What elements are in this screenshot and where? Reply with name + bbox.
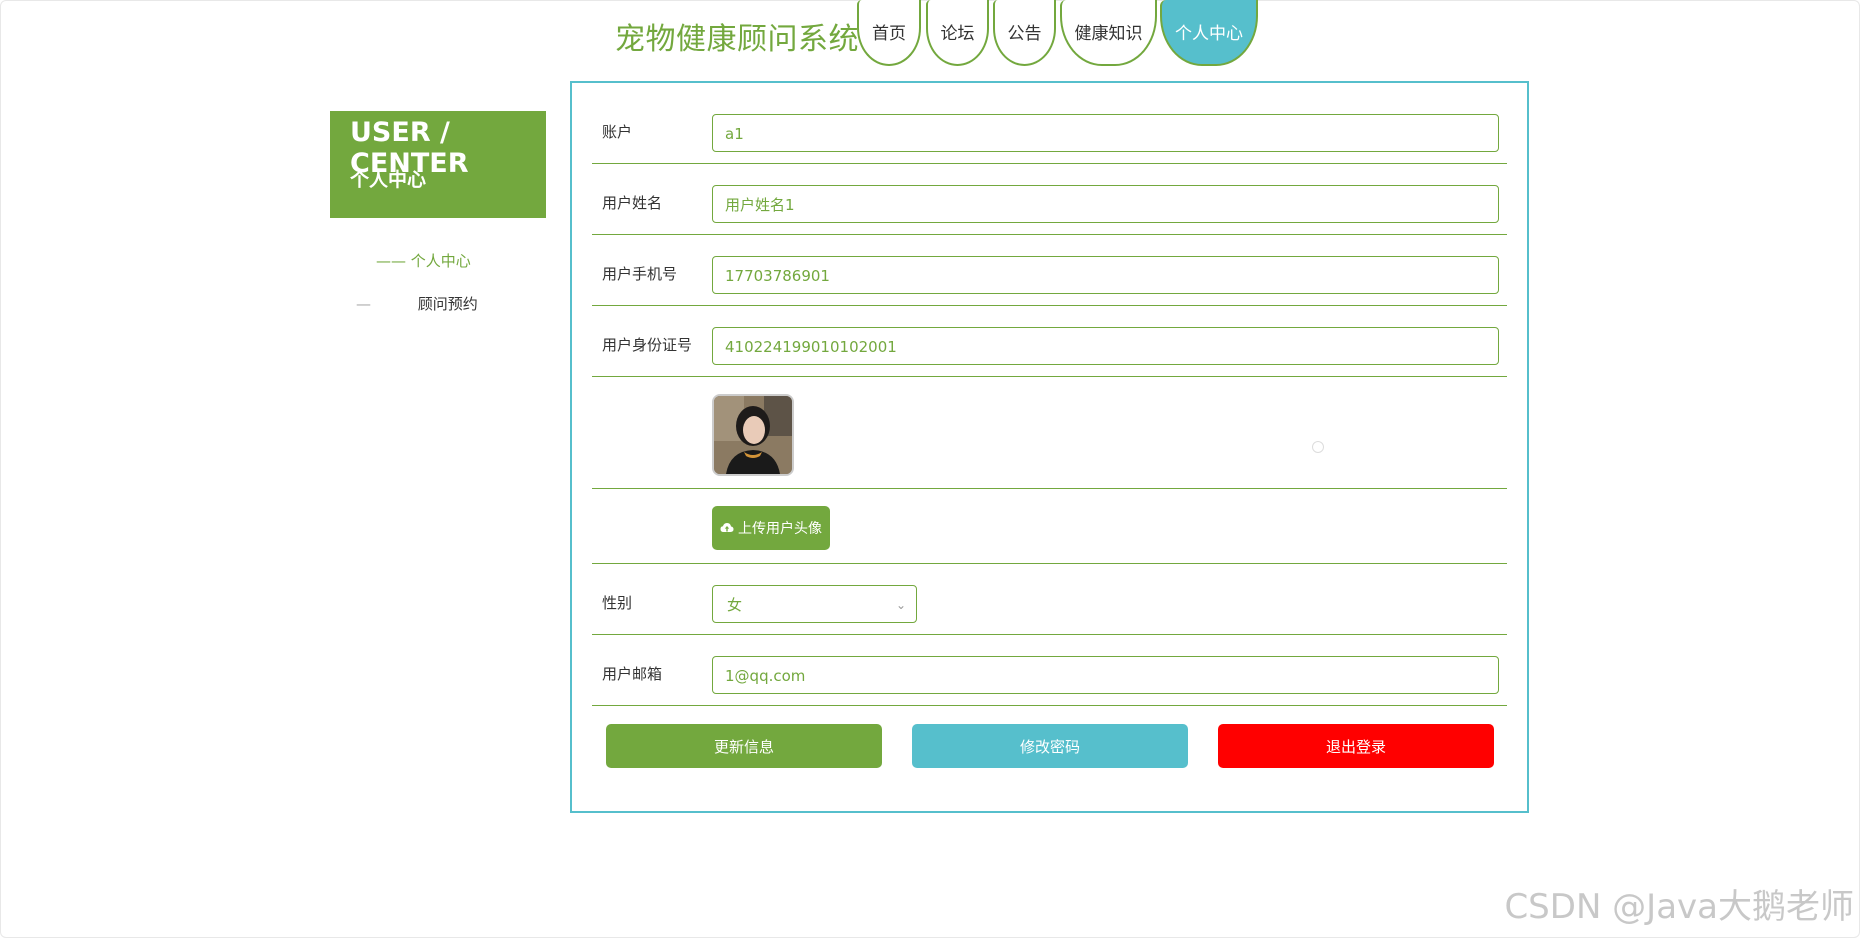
form-row-email: 用户邮箱 1@qq.com <box>592 635 1507 706</box>
sidebar-item-label: 个人中心 <box>410 252 471 270</box>
sidebar-item-consult-booking[interactable]: — 顾问预约 <box>356 293 478 314</box>
chevron-down-icon: ⌄ <box>895 598 906 612</box>
sidebar-item-label: 顾问预约 <box>417 295 478 313</box>
sidebar-item-user-center[interactable]: —— 个人中心 <box>376 250 471 271</box>
form-row-name: 用户姓名 用户姓名1 <box>592 164 1507 235</box>
form-row-account: 账户 a1 <box>592 83 1507 164</box>
sidebar-item-dash: — <box>356 295 371 313</box>
site-title: 宠物健康顾问系统 <box>615 22 859 57</box>
user-avatar <box>712 394 794 476</box>
gender-select-value: 女 <box>727 596 743 614</box>
gender-label: 性别 <box>602 594 633 612</box>
idcard-field[interactable]: 410224199010102001 <box>712 327 1499 365</box>
form-row-upload: 上传用户头像 <box>592 489 1507 564</box>
sidebar-title-cn: 个人中心 <box>350 169 427 191</box>
update-info-button[interactable]: 更新信息 <box>606 724 882 768</box>
account-label: 账户 <box>602 123 633 141</box>
profile-form-panel: 账户 a1 用户姓名 用户姓名1 用户手机号 17703786901 用户身份证… <box>570 81 1529 813</box>
phone-label: 用户手机号 <box>602 265 678 283</box>
upload-avatar-button[interactable]: 上传用户头像 <box>712 506 830 550</box>
account-field[interactable]: a1 <box>712 114 1499 152</box>
sidebar-banner: USER / CENTER 个人中心 <box>330 111 546 218</box>
name-label: 用户姓名 <box>602 194 663 212</box>
email-label: 用户邮箱 <box>602 665 663 683</box>
change-password-button[interactable]: 修改密码 <box>912 724 1188 768</box>
watermark: CSDN @Java大鹅老师 <box>1504 887 1854 927</box>
email-field[interactable]: 1@qq.com <box>712 656 1499 694</box>
logout-button[interactable]: 退出登录 <box>1218 724 1494 768</box>
cloud-upload-icon <box>720 523 734 532</box>
gender-select[interactable]: 女 ⌄ <box>712 585 917 623</box>
form-row-idcard: 用户身份证号 410224199010102001 <box>592 306 1507 377</box>
name-field[interactable]: 用户姓名1 <box>712 185 1499 223</box>
sidebar-item-dash: —— <box>376 252 406 270</box>
cursor-indicator <box>1312 441 1324 453</box>
form-row-gender: 性别 女 ⌄ <box>592 564 1507 635</box>
avatar-image <box>714 396 792 474</box>
upload-avatar-label: 上传用户头像 <box>738 521 822 537</box>
phone-field[interactable]: 17703786901 <box>712 256 1499 294</box>
form-row-avatar <box>592 377 1507 489</box>
form-row-phone: 用户手机号 17703786901 <box>592 235 1507 306</box>
idcard-label: 用户身份证号 <box>602 336 693 354</box>
